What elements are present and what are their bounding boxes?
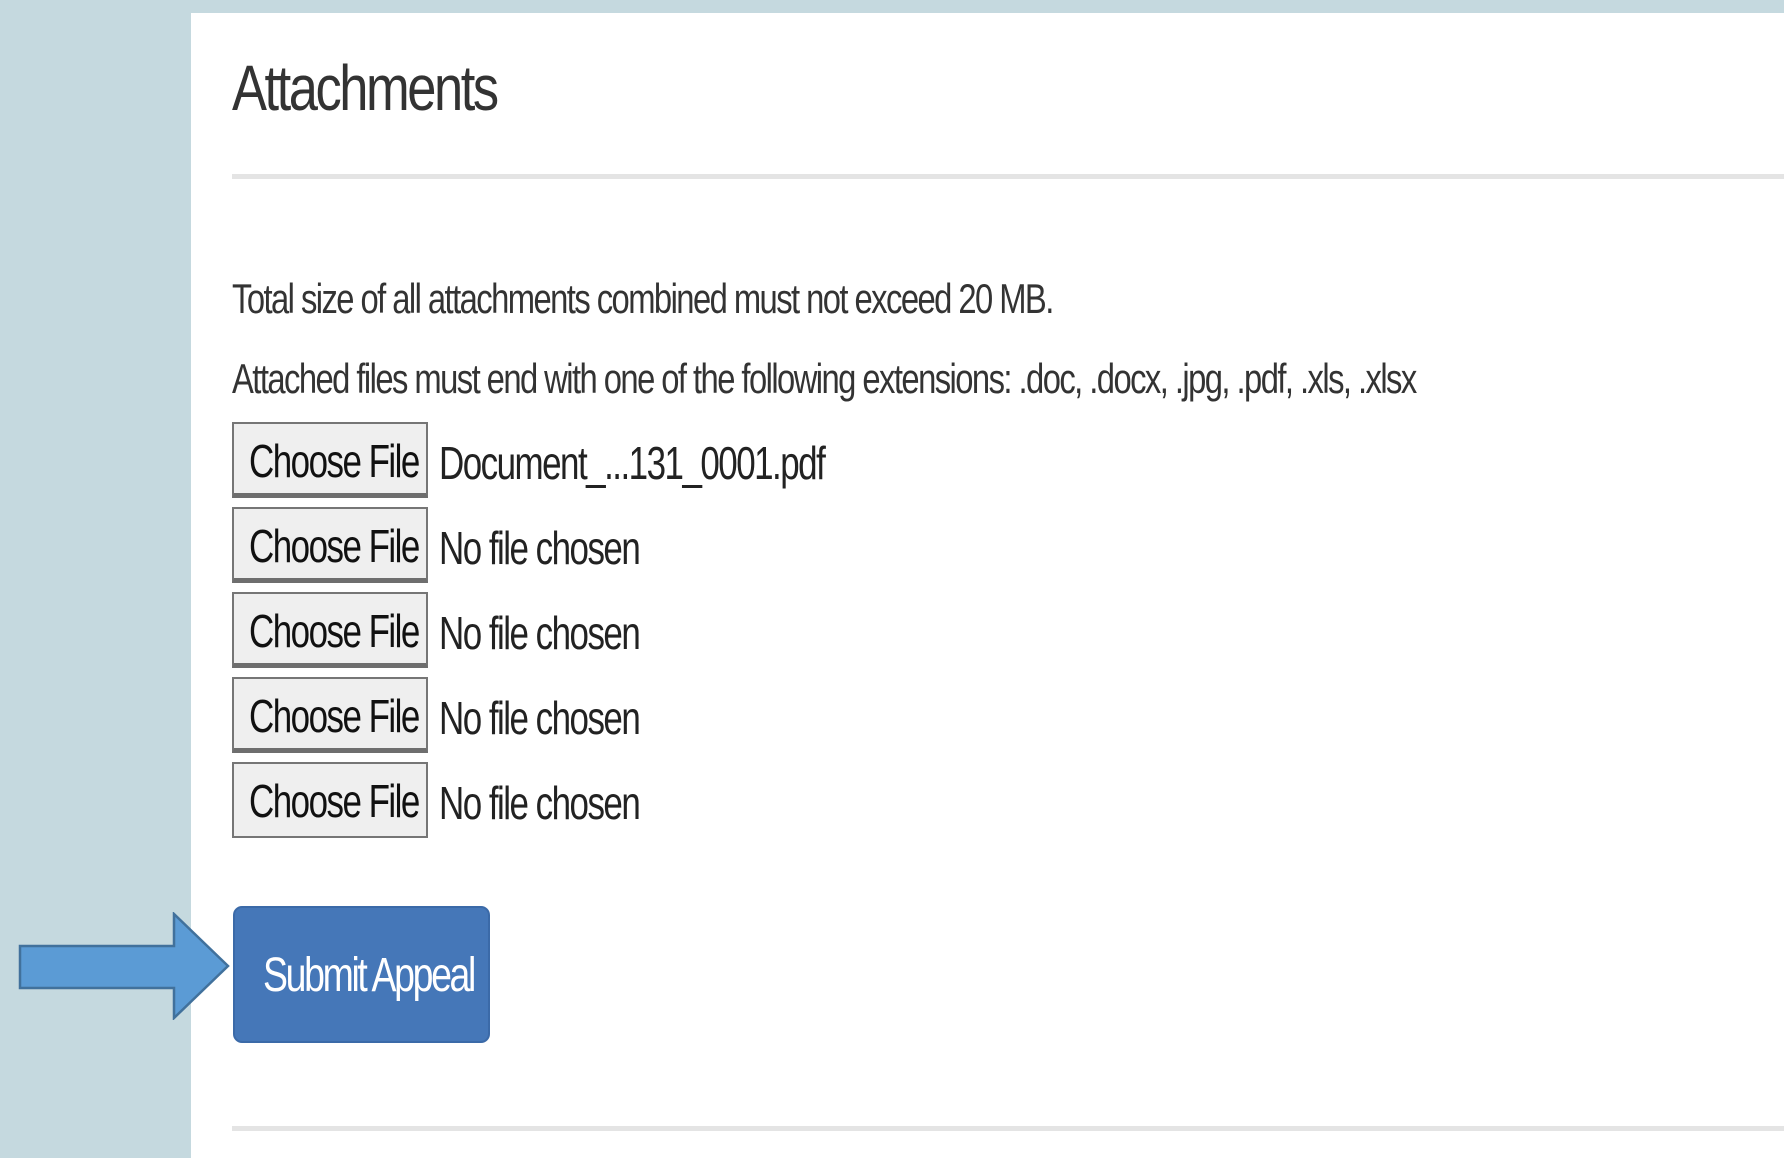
title-divider [232,174,1784,179]
choose-file-button[interactable]: Choose File [232,507,428,583]
file-status: Document_...131_0001.pdf [439,437,826,489]
section-divider [232,1126,1784,1131]
choose-file-label: Choose File [249,775,420,827]
choose-file-label: Choose File [249,435,420,487]
choose-file-label: Choose File [249,690,420,742]
choose-file-button[interactable]: Choose File [232,422,428,498]
choose-file-label: Choose File [249,520,420,572]
file-status: No file chosen [439,777,641,829]
choose-file-button[interactable]: Choose File [232,677,428,753]
choose-file-label: Choose File [249,605,420,657]
file-status: No file chosen [439,607,641,659]
section-title: Attachments [232,52,499,124]
allowed-extensions-text: Attached files must end with one of the … [232,355,1417,402]
choose-file-button[interactable]: Choose File [232,762,428,838]
submit-appeal-button[interactable]: Submit Appeal [233,906,490,1043]
file-status: No file chosen [439,522,641,574]
file-status: No file chosen [439,692,641,744]
size-limit-text: Total size of all attachments combined m… [232,275,1054,322]
submit-appeal-label: Submit Appeal [263,949,476,1002]
arrow-right-icon [18,912,230,1020]
choose-file-button[interactable]: Choose File [232,592,428,668]
